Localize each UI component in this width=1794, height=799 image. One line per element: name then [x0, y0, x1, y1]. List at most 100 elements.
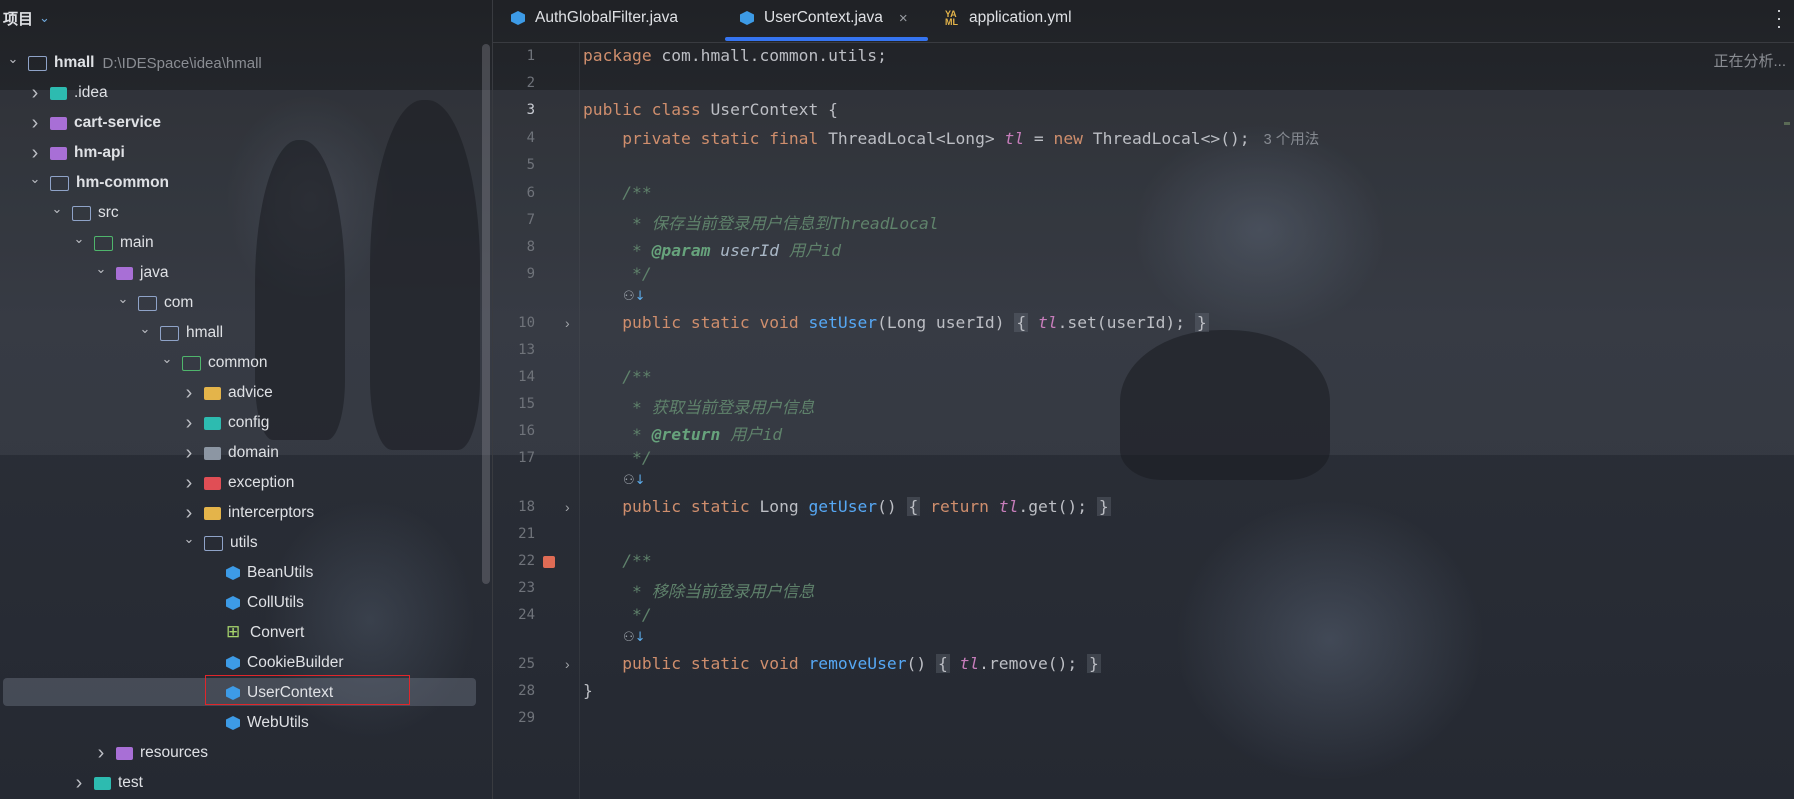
- package-folder-icon: [204, 386, 221, 400]
- line-number[interactable]: 14: [493, 369, 535, 385]
- line-number[interactable]: 24: [493, 607, 535, 623]
- tree-item-cart-service[interactable]: › cart-service: [0, 108, 476, 138]
- config-folder-icon: [204, 416, 221, 430]
- chevron-right-icon[interactable]: ›: [28, 142, 42, 165]
- code-line-6: /**: [622, 183, 652, 202]
- tree-item-label: exception: [228, 474, 295, 491]
- chevron-right-icon[interactable]: ›: [28, 112, 42, 135]
- project-panel-header[interactable]: 项目 ⌄: [0, 0, 492, 36]
- tree-item-java[interactable]: ⌄ java: [0, 258, 476, 288]
- chevron-down-icon[interactable]: ⌄: [182, 531, 196, 547]
- sidebar-scrollbar[interactable]: [482, 44, 490, 584]
- line-number[interactable]: 23: [493, 580, 535, 596]
- bookmark-icon[interactable]: [543, 556, 555, 568]
- tree-item-advice[interactable]: › advice: [0, 378, 476, 408]
- chevron-right-icon[interactable]: ›: [182, 442, 196, 465]
- tree-item-com[interactable]: ⌄ com: [0, 288, 476, 318]
- tab-authglobalfilter[interactable]: AuthGlobalFilter.java: [511, 0, 678, 36]
- tree-item-test[interactable]: › test: [0, 768, 476, 798]
- line-number[interactable]: 10: [493, 315, 535, 331]
- java-class-icon: [226, 596, 240, 610]
- line-number[interactable]: 13: [493, 342, 535, 358]
- chevron-down-icon[interactable]: ⌄: [6, 51, 20, 67]
- tree-item-intercerptors[interactable]: › intercerptors: [0, 498, 476, 528]
- tab-application-yml[interactable]: YA ML application.yml: [945, 0, 1072, 36]
- line-number[interactable]: 9: [493, 266, 535, 282]
- tree-item-label: advice: [228, 384, 273, 401]
- line-number[interactable]: 4: [493, 130, 535, 146]
- line-number[interactable]: 15: [493, 396, 535, 412]
- tree-item-beanutils[interactable]: BeanUtils: [0, 558, 476, 588]
- line-number[interactable]: 28: [493, 683, 535, 699]
- code-line-16: * @return 用户id: [583, 425, 783, 444]
- tree-item-convert[interactable]: Convert: [0, 618, 476, 648]
- resources-folder-icon: [116, 746, 133, 760]
- tab-usercontext[interactable]: UserContext.java ×: [740, 0, 908, 36]
- chevron-down-icon[interactable]: ⌄: [50, 201, 64, 217]
- java-class-icon: [226, 716, 240, 730]
- tree-item-collutils[interactable]: CollUtils: [0, 588, 476, 618]
- tree-item-domain[interactable]: › domain: [0, 438, 476, 468]
- active-tab-indicator: [725, 37, 928, 41]
- tree-item-label: java: [140, 264, 169, 281]
- tree-item-hm-api[interactable]: › hm-api: [0, 138, 476, 168]
- line-number[interactable]: 29: [493, 710, 535, 726]
- chevron-right-icon[interactable]: ›: [72, 772, 86, 795]
- chevron-down-icon[interactable]: ⌄: [39, 10, 50, 26]
- chevron-right-icon[interactable]: ›: [94, 742, 108, 765]
- test-folder-icon: [94, 776, 111, 790]
- line-number[interactable]: 5: [493, 157, 535, 173]
- close-icon[interactable]: ×: [899, 10, 908, 27]
- chevron-right-icon[interactable]: ›: [565, 315, 570, 331]
- implementation-icon[interactable]: ⚇↓: [623, 289, 646, 304]
- tree-item-exception[interactable]: › exception: [0, 468, 476, 498]
- editor-tab-bar: AuthGlobalFilter.java UserContext.java ×…: [493, 0, 1794, 43]
- tree-item-hmall[interactable]: ⌄ hmall D:\IDESpace\idea\hmall: [0, 48, 476, 78]
- tree-item-utils[interactable]: ⌄ utils: [0, 528, 476, 558]
- tree-item-main[interactable]: ⌄ main: [0, 228, 476, 258]
- chevron-right-icon[interactable]: ›: [182, 412, 196, 435]
- chevron-right-icon[interactable]: ›: [565, 656, 570, 672]
- line-number[interactable]: 1: [493, 48, 535, 64]
- code-editor[interactable]: 正在分析... 1 2 3 4 5 6 7 8 9 10 13 14 15 16 17 18 21 22 23 24 2…: [493, 42, 1794, 799]
- line-number[interactable]: 22: [493, 553, 535, 569]
- chevron-right-icon[interactable]: ›: [182, 502, 196, 525]
- line-number[interactable]: 21: [493, 526, 535, 542]
- line-number[interactable]: 17: [493, 450, 535, 466]
- exception-folder-icon: [204, 476, 221, 490]
- chevron-down-icon[interactable]: ⌄: [116, 291, 130, 307]
- line-number[interactable]: 25: [493, 656, 535, 672]
- line-number[interactable]: 2: [493, 75, 535, 91]
- usages-inlay-hint[interactable]: 3 个用法: [1264, 132, 1320, 148]
- tree-item-webutils[interactable]: WebUtils: [0, 708, 476, 738]
- chevron-down-icon[interactable]: ⌄: [138, 321, 152, 337]
- implementation-icon[interactable]: ⚇↓: [623, 473, 646, 488]
- chevron-down-icon[interactable]: ⌄: [28, 171, 42, 187]
- code-line-17: */: [622, 448, 652, 467]
- tree-item-src[interactable]: ⌄ src: [0, 198, 476, 228]
- line-number[interactable]: 16: [493, 423, 535, 439]
- chevron-right-icon[interactable]: ›: [182, 382, 196, 405]
- tree-item-hm-common[interactable]: ⌄ hm-common: [0, 168, 476, 198]
- tree-item-hmall[interactable]: ⌄ hmall: [0, 318, 476, 348]
- chevron-down-icon[interactable]: ⌄: [160, 351, 174, 367]
- chevron-down-icon[interactable]: ⌄: [94, 261, 108, 277]
- package-folder-icon: [138, 295, 157, 311]
- line-number[interactable]: 3: [493, 102, 535, 118]
- line-number[interactable]: 8: [493, 239, 535, 255]
- tree-item-idea[interactable]: › .idea: [0, 78, 476, 108]
- chevron-right-icon[interactable]: ›: [182, 472, 196, 495]
- tree-item-config[interactable]: › config: [0, 408, 476, 438]
- chevron-right-icon[interactable]: ›: [565, 499, 570, 515]
- tree-item-resources[interactable]: › resources: [0, 738, 476, 768]
- implementation-icon[interactable]: ⚇↓: [623, 630, 646, 645]
- line-number[interactable]: 6: [493, 185, 535, 201]
- chevron-down-icon[interactable]: ⌄: [72, 231, 86, 247]
- chevron-right-icon[interactable]: ›: [28, 82, 42, 105]
- line-number[interactable]: 18: [493, 499, 535, 515]
- tree-item-cookiebuilder[interactable]: CookieBuilder: [0, 648, 476, 678]
- tree-item-common[interactable]: ⌄ common: [0, 348, 476, 378]
- folder-icon: [50, 175, 69, 191]
- more-options-icon[interactable]: · · ·: [1776, 1, 1782, 35]
- line-number[interactable]: 7: [493, 212, 535, 228]
